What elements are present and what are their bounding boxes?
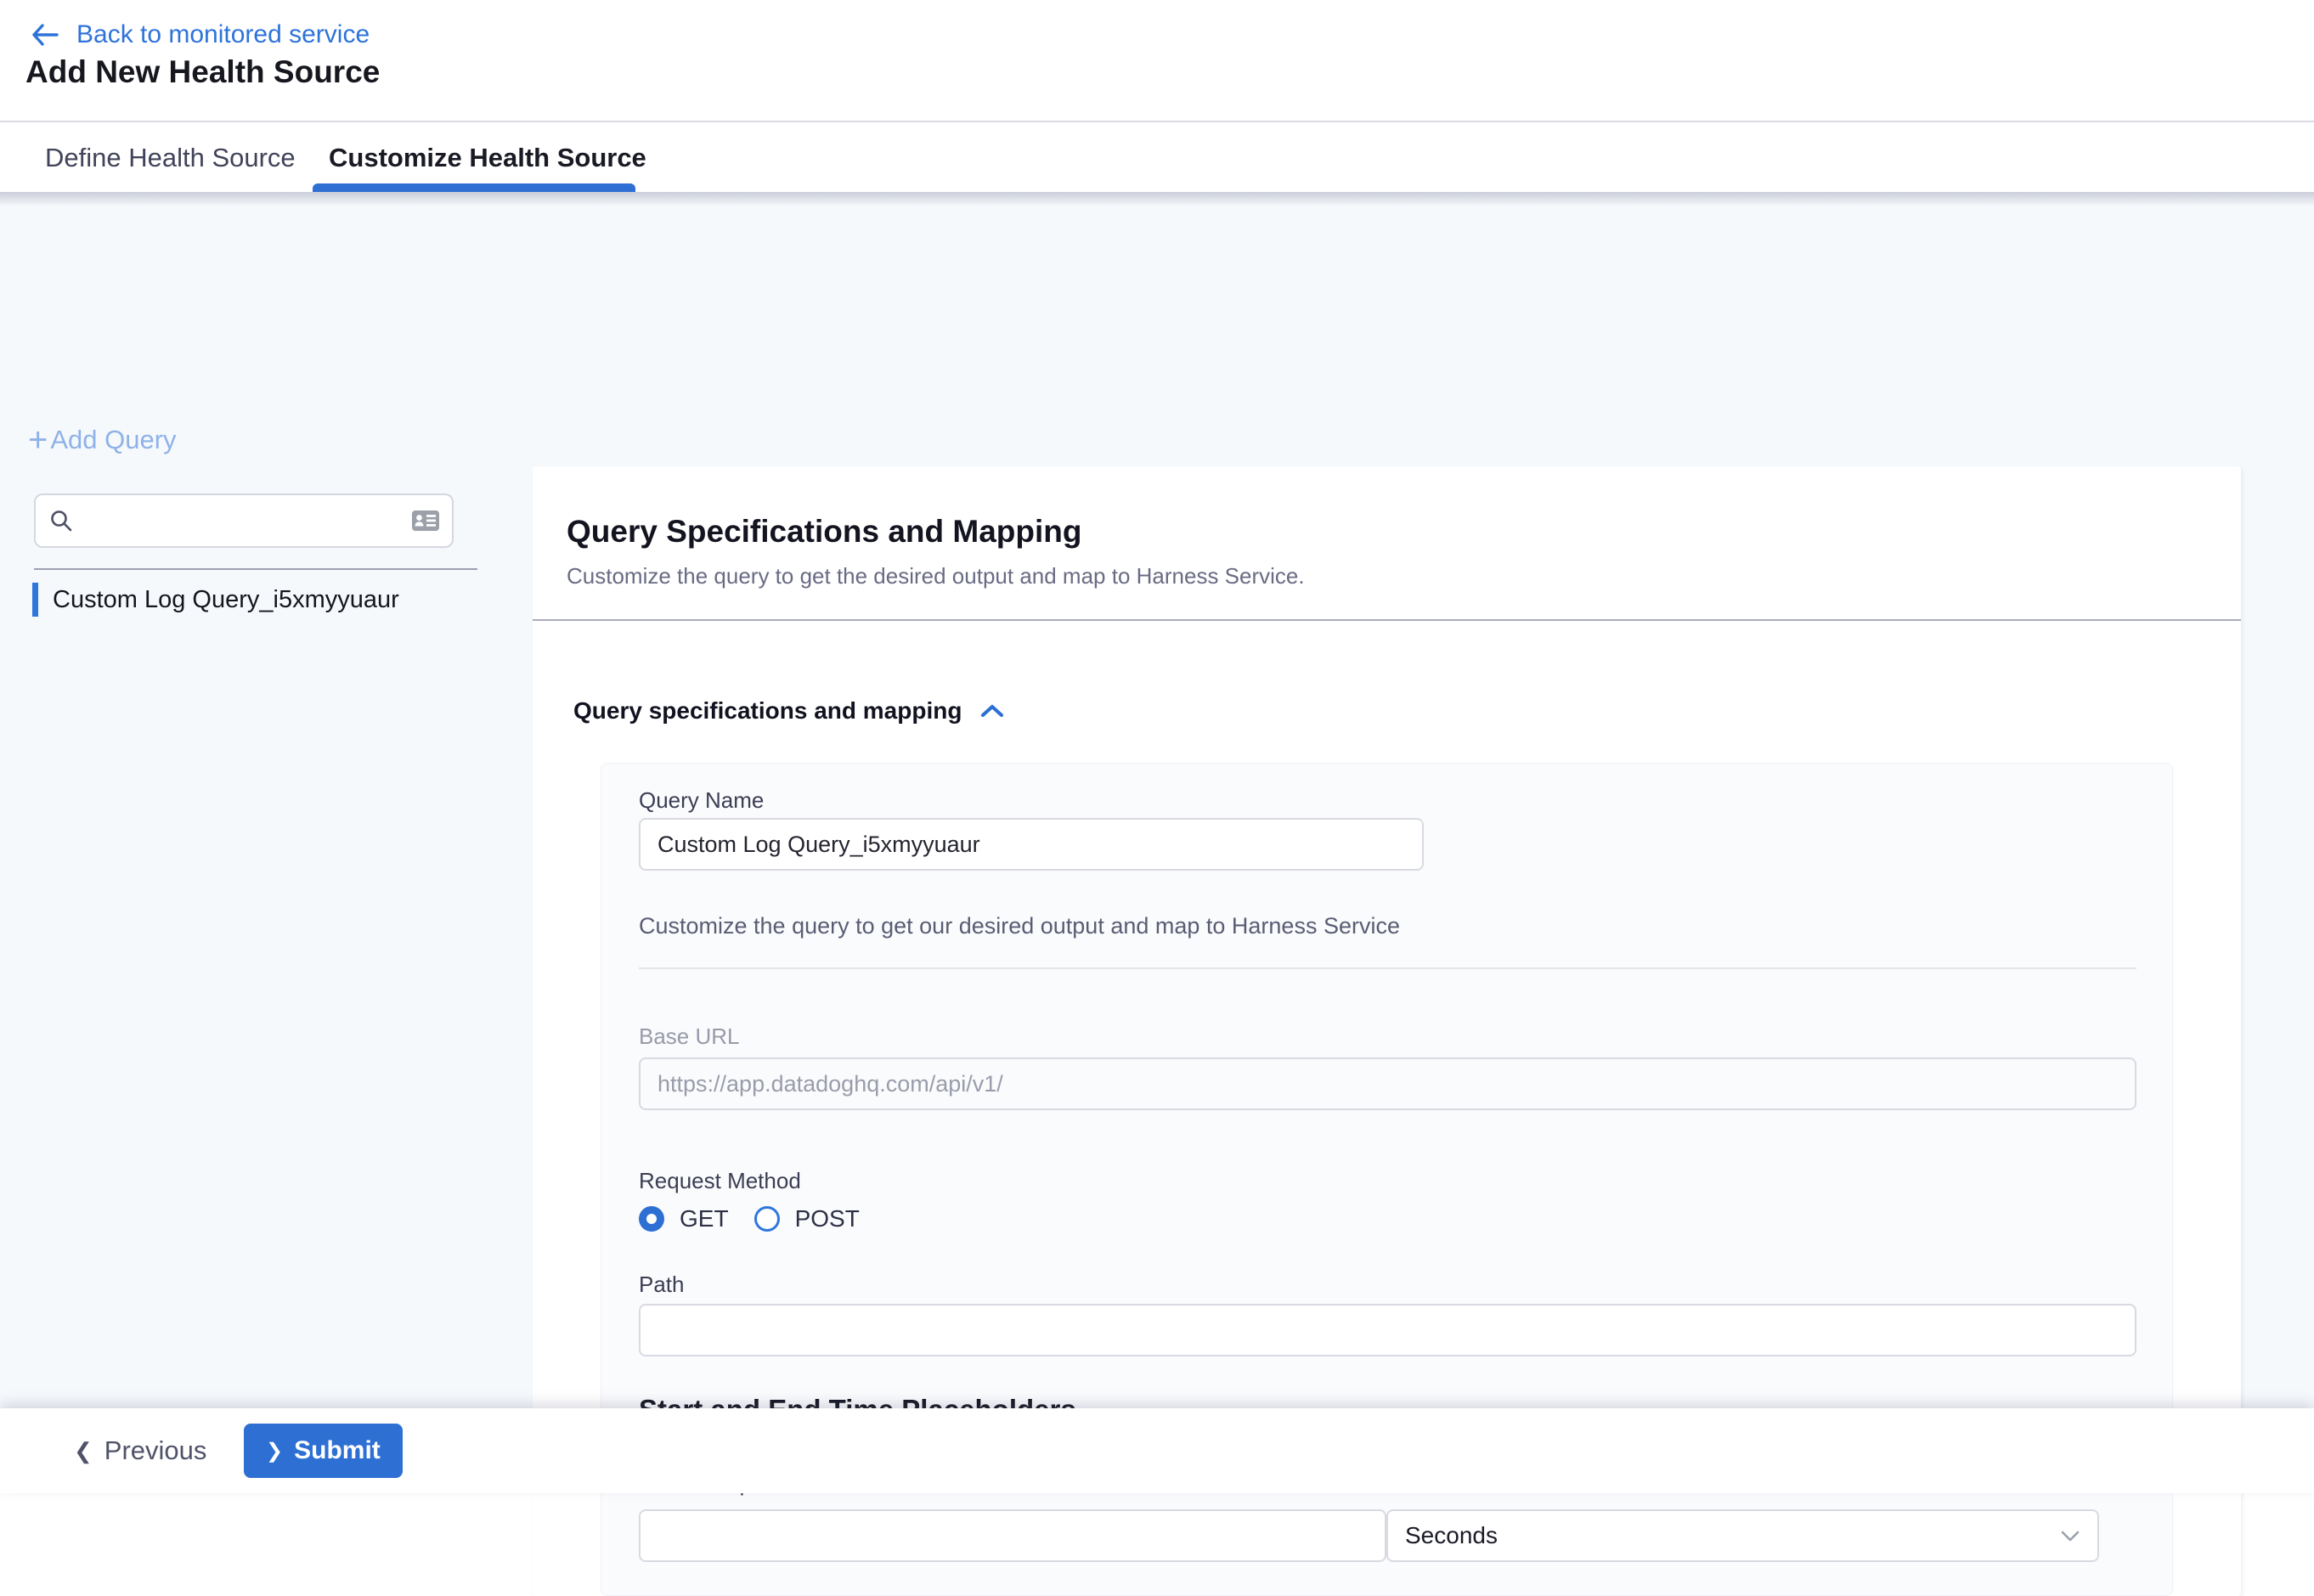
query-name-input[interactable] <box>639 818 1424 871</box>
tab-bar: Define Health Source Customize Health So… <box>0 124 2314 192</box>
previous-button-label: Previous <box>104 1435 207 1466</box>
add-query-button[interactable]: + Add Query <box>28 423 177 457</box>
submit-button-label: Submit <box>294 1436 381 1465</box>
query-name-help-text: Customize the query to get our desired o… <box>639 913 1400 939</box>
selected-query-indicator <box>32 583 38 617</box>
query-search-box[interactable] <box>34 493 454 548</box>
unit-select-value: Seconds <box>1405 1522 2060 1549</box>
back-link-label: Back to monitored service <box>76 20 370 49</box>
query-item-label: Custom Log Query_i5xmyyuaur <box>53 586 399 614</box>
form-divider <box>639 967 2136 969</box>
card-header: Query Specifications and Mapping Customi… <box>533 466 2241 621</box>
search-icon <box>49 509 73 533</box>
page-header: Back to monitored service Add New Health… <box>0 0 2314 122</box>
radio-selected-dot <box>646 1214 657 1224</box>
search-input[interactable] <box>83 508 411 534</box>
page-title: Add New Health Source <box>25 54 380 90</box>
radio-get[interactable] <box>639 1206 664 1232</box>
collapse-section-button[interactable] <box>980 703 1004 719</box>
section-header: Query specifications and mapping <box>573 697 1004 725</box>
request-method-label: Request Method <box>639 1168 801 1194</box>
tab-bar-shadow <box>0 192 2314 206</box>
query-list-item[interactable]: Custom Log Query_i5xmyyuaur <box>32 583 399 617</box>
card-subtitle: Customize the query to get the desired o… <box>567 563 1305 589</box>
unit-select[interactable]: Seconds <box>1386 1509 2099 1562</box>
tab-customize-health-source[interactable]: Customize Health Source <box>329 124 646 192</box>
request-method-radio-group: GET POST <box>639 1205 860 1232</box>
content-area: + Add Query Custom Log Query_i5xmyyuaur <box>0 192 2314 1493</box>
sidebar-divider <box>34 568 477 570</box>
back-link[interactable]: Back to monitored service <box>31 20 370 49</box>
active-tab-underline <box>313 183 635 192</box>
previous-button[interactable]: ❮ Previous <box>74 1408 206 1493</box>
base-url-label: Base URL <box>639 1024 740 1050</box>
chevron-right-icon: ❯ <box>266 1439 283 1463</box>
path-label: Path <box>639 1272 685 1298</box>
radio-post[interactable] <box>754 1206 780 1232</box>
base-url-input[interactable] <box>639 1057 2136 1110</box>
radio-get-label: GET <box>680 1205 729 1232</box>
chevron-up-icon <box>980 703 1004 719</box>
submit-button[interactable]: ❯ Submit <box>244 1424 403 1478</box>
chevron-down-icon <box>2060 1530 2080 1542</box>
arrow-left-icon <box>31 22 59 48</box>
section-title: Query specifications and mapping <box>573 697 962 725</box>
add-query-label: Add Query <box>50 425 176 455</box>
address-card-icon[interactable] <box>411 509 440 533</box>
tab-define-health-source[interactable]: Define Health Source <box>45 124 296 192</box>
chevron-left-icon: ❮ <box>74 1438 93 1464</box>
path-input[interactable] <box>639 1304 2136 1356</box>
start-time-placeholder-input[interactable] <box>639 1509 1386 1562</box>
footer-bar: ❮ Previous ❯ Submit <box>0 1408 2314 1493</box>
plus-icon: + <box>28 423 48 457</box>
radio-post-label: POST <box>795 1205 860 1232</box>
card-title: Query Specifications and Mapping <box>567 514 1082 550</box>
query-name-label: Query Name <box>639 787 764 814</box>
